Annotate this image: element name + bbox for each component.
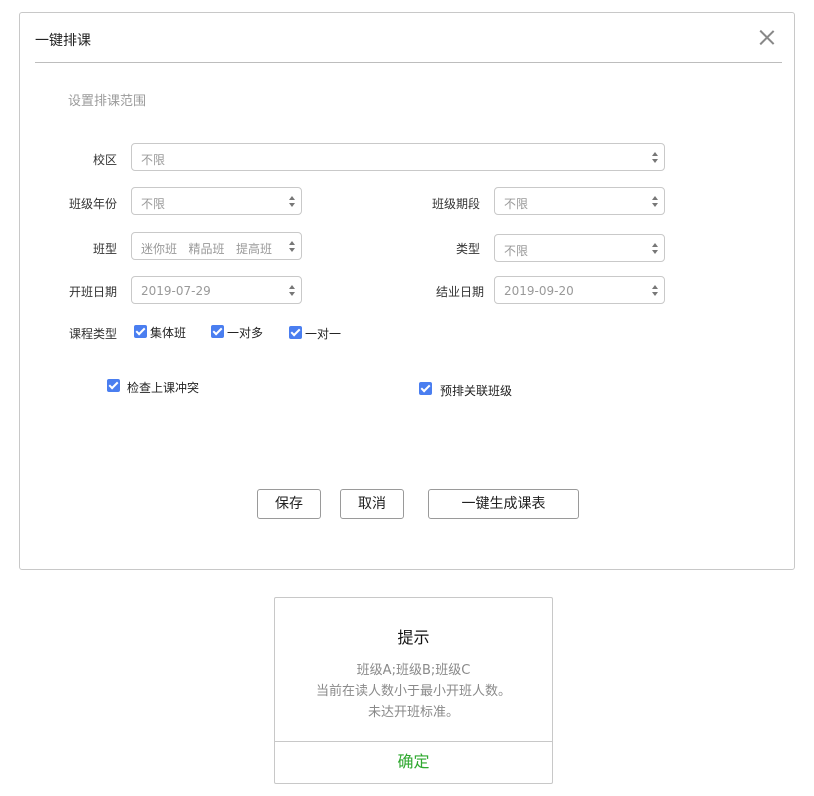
course-type-group-checkbox[interactable] [134,325,147,338]
pre-link-class-label: 预排关联班级 [440,384,513,398]
title-divider [35,62,782,63]
start-date-label: 开班日期 [68,285,117,299]
generate-schedule-button[interactable]: 一键生成课表 [428,489,579,519]
check-conflict-label: 检查上课冲突 [127,381,200,395]
campus-select[interactable]: 不限 [131,143,665,171]
select-arrows-icon [289,283,296,297]
class-type-label: 班型 [92,242,117,256]
class-type-select[interactable]: 迷你班 精品班 提高班 [131,232,302,260]
select-arrows-icon [652,283,659,297]
course-type-label: 课程类型 [68,327,117,341]
section-title: 设置排课范围 [68,94,147,109]
alert-modal: 提示 班级A;班级B;班级C 当前在读人数小于最小开班人数。 未达开班标准。 确… [274,597,553,784]
select-arrows-icon [652,150,659,164]
category-select[interactable]: 不限 [494,234,665,262]
class-year-select[interactable]: 不限 [131,187,302,215]
class-period-value: 不限 [504,197,529,211]
category-label: 类型 [455,242,480,256]
course-type-one-to-one-label: 一对一 [305,327,342,341]
course-type-group-label: 集体班 [150,326,187,340]
alert-message-line: 班级A;班级B;班级C [356,663,471,678]
confirm-button[interactable]: 确定 [275,742,552,784]
alert-title: 提示 [397,628,430,647]
class-period-label: 班级期段 [431,197,480,211]
campus-value: 不限 [141,153,166,167]
course-type-one-to-many-label: 一对多 [227,326,264,340]
end-date-label: 结业日期 [435,285,484,299]
class-year-label: 班级年份 [68,197,117,211]
save-button[interactable]: 保存 [257,489,321,519]
pre-link-class-checkbox[interactable] [419,382,432,395]
cancel-button[interactable]: 取消 [340,489,404,519]
course-type-one-to-one-checkbox[interactable] [289,326,302,339]
class-type-value: 迷你班 [141,242,178,256]
start-date-select[interactable]: 2019-07-29 [131,276,302,304]
class-period-select[interactable]: 不限 [494,187,665,215]
alert-message-line: 未达开班标准。 [367,705,459,720]
class-type-value: 精品班 [188,242,225,256]
check-conflict-checkbox[interactable] [107,379,120,392]
select-arrows-icon [289,239,296,253]
campus-label: 校区 [92,153,117,167]
class-year-value: 不限 [141,197,166,211]
end-date-value: 2019-09-20 [504,284,574,298]
dialog-title: 一键排课 [35,33,91,49]
select-arrows-icon [289,194,296,208]
select-arrows-icon [652,194,659,208]
course-type-one-to-many-checkbox[interactable] [211,325,224,338]
schedule-dialog: 一键排课 设置排课范围 校区 不限 班级年份 不限 班级期段 不限 班型 迷你班… [19,12,795,570]
class-type-value: 提高班 [235,242,272,256]
category-value: 不限 [504,244,529,258]
end-date-select[interactable]: 2019-09-20 [494,276,665,304]
select-arrows-icon [652,241,659,255]
close-icon[interactable] [759,29,775,45]
alert-message-line: 当前在读人数小于最小开班人数。 [315,684,511,699]
start-date-value: 2019-07-29 [141,284,211,298]
